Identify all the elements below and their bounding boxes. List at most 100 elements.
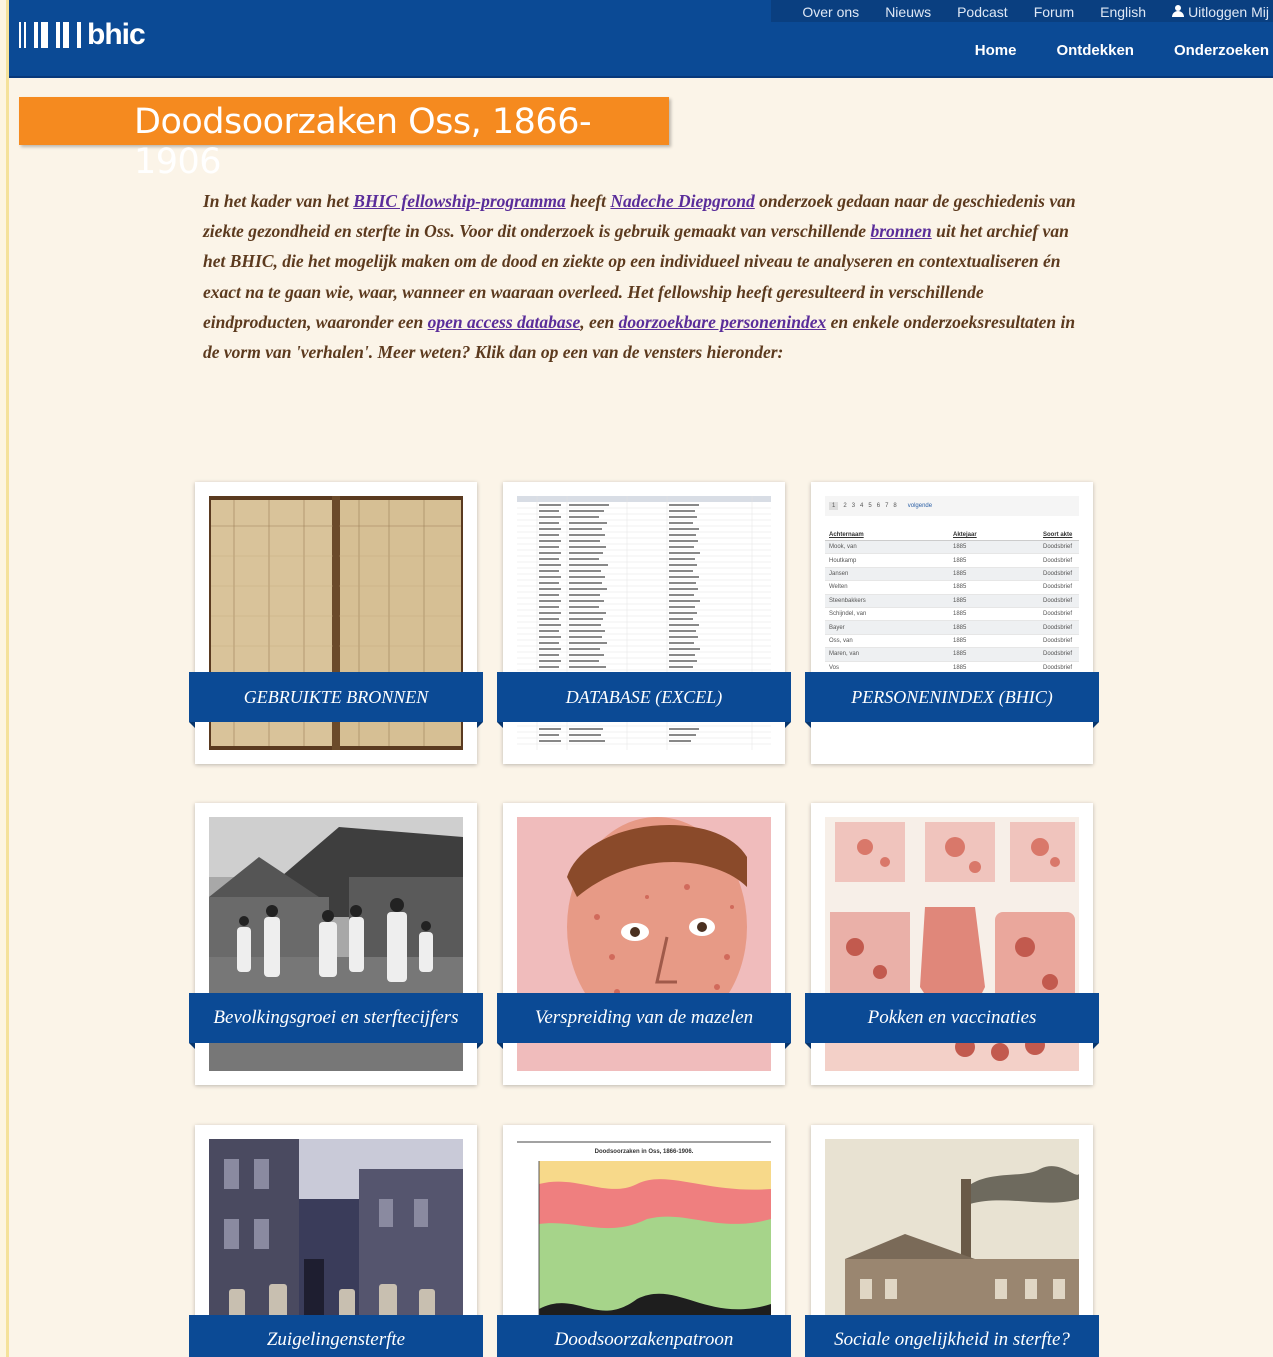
thumb-table-row: Steenbakkers 1885 Doodsbrief: [825, 594, 1079, 608]
thumb-table-cell: Houtkamp: [829, 557, 857, 564]
logout-link[interactable]: Uitloggen Mij: [1172, 5, 1269, 19]
thumb-table-cell: Maren, van: [829, 651, 860, 658]
thumb-chart-title: Doodsoorzaken in Oss, 1866-1906.: [595, 1149, 694, 1155]
thumb-table-cell: Welten: [829, 584, 848, 591]
intro-text: In het kader van het: [203, 191, 354, 211]
card-bevolkingsgroei[interactable]: Bevolkingsgroei en sterftecijfers: [189, 803, 483, 1085]
link-author[interactable]: Nadeche Diepgrond: [610, 191, 754, 211]
thumb-table-cell: Doodsbrief: [1043, 624, 1073, 631]
thumb-table-cell: Doodsbrief: [1043, 597, 1073, 604]
nav-ontdekken[interactable]: Ontdekken: [1056, 42, 1134, 59]
nav-home[interactable]: Home: [975, 42, 1017, 59]
thumb-table-cell: 1885: [953, 597, 967, 604]
card-database-excel[interactable]: DATABASE (EXCEL): [497, 482, 791, 764]
thumb-table-cell: Bayer: [829, 624, 845, 631]
card-label: Bevolkingsgroei en sterftecijfers: [189, 993, 483, 1049]
thumb-table-cell: 1885: [953, 611, 967, 618]
thumb-table-cell: Doodsbrief: [1043, 544, 1073, 551]
top-link-nieuws[interactable]: Nieuws: [885, 5, 931, 19]
thumb-pager: 1 2 3 4 5 6 7 8 volgende: [825, 496, 1079, 516]
page-title-banner: Doodsoorzaken Oss, 1866-1906: [19, 97, 669, 182]
thumb-table-cell: Oss, van: [829, 637, 853, 644]
logo-text: bhic: [87, 18, 146, 51]
card-label: Zuigelingensterfte: [189, 1315, 483, 1357]
thumb-table-cell: Steenbakkers: [829, 597, 866, 604]
thumb-table-cell: 1885: [953, 570, 967, 577]
thumb-table-cell: 1885: [953, 557, 967, 564]
card-zuigelingensterfte[interactable]: Zuigelingensterfte: [189, 1125, 483, 1357]
user-icon: [1172, 5, 1185, 17]
pager-page: 4: [860, 503, 864, 509]
thumb-table-cell: 1885: [953, 637, 967, 644]
thumb-table-row: Schijndel, van 1885 Doodsbrief: [825, 607, 1079, 622]
thumb-table-row: Welten 1885 Doodsbrief: [825, 581, 1079, 595]
thumb-table-row: Mook, van 1885 Doodsbrief: [825, 541, 1079, 555]
page-title: Doodsoorzaken Oss, 1866-1906: [134, 102, 592, 182]
link-bronnen[interactable]: bronnen: [870, 221, 931, 241]
thumb-table-cell: Doodsbrief: [1043, 557, 1073, 564]
card-gebruikte-bronnen[interactable]: GEBRUIKTE BRONNEN: [189, 482, 483, 764]
thumb-table-cell: Doodsbrief: [1043, 637, 1073, 644]
page-frame: bhic Over ons Nieuws Podcast Forum Engli…: [6, 0, 1273, 1357]
link-personenindex[interactable]: doorzoekbare personenindex: [619, 312, 827, 332]
top-link-over-ons[interactable]: Over ons: [802, 5, 859, 19]
card-personenindex[interactable]: 1 2 3 4 5 6 7 8 volgende Achternaam Aktejaar Soort…: [805, 482, 1099, 764]
thumb-table-cell: 1885: [953, 584, 967, 591]
thumb-table-cell: Doodsbrief: [1043, 570, 1073, 577]
thumb-table-cell: Doodsbrief: [1043, 664, 1073, 671]
thumb-table-row: Bayer 1885 Doodsbrief: [825, 621, 1079, 635]
intro-paragraph: In het kader van het BHIC fellowship-pro…: [203, 186, 1083, 367]
logo-bars-icon: [19, 22, 81, 48]
pager-page: 3: [851, 503, 856, 509]
pager-page: 1: [829, 502, 839, 510]
pager-page: 8: [893, 503, 897, 509]
pager-page: 7: [885, 503, 889, 509]
intro-text: heeft: [565, 191, 611, 211]
thumb-table-cell: Schijndel, van: [829, 611, 867, 618]
pager-page: 5: [868, 503, 872, 509]
intro-text: , een: [580, 311, 619, 332]
card-label: Doodsoorzakenpatroon: [497, 1315, 791, 1357]
thumb-table-cell: Jansen: [829, 570, 849, 577]
site-header: bhic Over ons Nieuws Podcast Forum Engli…: [9, 0, 1273, 78]
link-fellowship[interactable]: BHIC fellowship-programma: [353, 191, 565, 211]
thumb-table-cell: Doodsbrief: [1043, 611, 1073, 618]
thumb-table-row: Oss, van 1885 Doodsbrief: [825, 634, 1079, 649]
top-link-podcast[interactable]: Podcast: [957, 5, 1008, 19]
card-label: Verspreiding van de mazelen: [497, 993, 791, 1049]
card-label: PERSONENINDEX (BHIC): [805, 672, 1099, 728]
pager-page: 6: [876, 503, 881, 509]
link-database[interactable]: open access database: [428, 312, 581, 332]
top-link-english[interactable]: English: [1100, 5, 1146, 19]
pager-page: 2: [843, 503, 847, 509]
thumb-table-row: Houtkamp 1885 Doodsbrief: [825, 554, 1079, 568]
thumb-table-row: Maren, van 1885 Doodsbrief: [825, 648, 1079, 662]
thumb-table-cell: 1885: [953, 664, 967, 671]
card-pokken[interactable]: Pokken en vaccinaties: [805, 803, 1099, 1085]
thumb-table-cell: 1885: [953, 544, 967, 551]
top-utility-bar: Over ons Nieuws Podcast Forum English Ui…: [771, 0, 1273, 22]
thumb-col-header: Achternaam: [829, 532, 864, 538]
thumb-table-header: Achternaam Aktejaar Soort akte: [825, 516, 1079, 541]
thumb-table-cell: 1885: [953, 651, 967, 658]
nav-onderzoeken[interactable]: Onderzoeken: [1174, 42, 1269, 59]
thumb-col-header: Aktejaar: [953, 532, 977, 538]
thumb-table-cell: Mook, van: [829, 544, 857, 551]
pager-next: volgende: [907, 503, 933, 509]
thumb-table-row: Jansen 1885 Doodsbrief: [825, 567, 1079, 582]
main-nav: Home Ontdekken Onderzoeken: [935, 42, 1273, 59]
card-label: DATABASE (EXCEL): [497, 672, 791, 728]
bhic-logo[interactable]: bhic: [19, 18, 146, 52]
card-doodsoorzakenpatroon[interactable]: Doodsoorzaken in Oss, 1866-1906. Doodsoo…: [497, 1125, 791, 1357]
card-sociale-ongelijkheid[interactable]: Sociale ongelijkheid in sterfte?: [805, 1125, 1099, 1357]
thumb-table-cell: 1885: [953, 624, 967, 631]
logout-label: Uitloggen Mij: [1188, 4, 1269, 20]
card-mazelen[interactable]: Verspreiding van de mazelen: [497, 803, 791, 1085]
top-link-forum[interactable]: Forum: [1034, 5, 1074, 19]
card-label: Sociale ongelijkheid in sterfte?: [805, 1315, 1099, 1357]
thumb-table-cell: Doodsbrief: [1043, 651, 1073, 658]
card-label: Pokken en vaccinaties: [805, 993, 1099, 1049]
thumb-table-cell: Vos: [829, 664, 840, 671]
thumb-table-cell: Doodsbrief: [1043, 584, 1073, 591]
card-label: GEBRUIKTE BRONNEN: [189, 672, 483, 728]
